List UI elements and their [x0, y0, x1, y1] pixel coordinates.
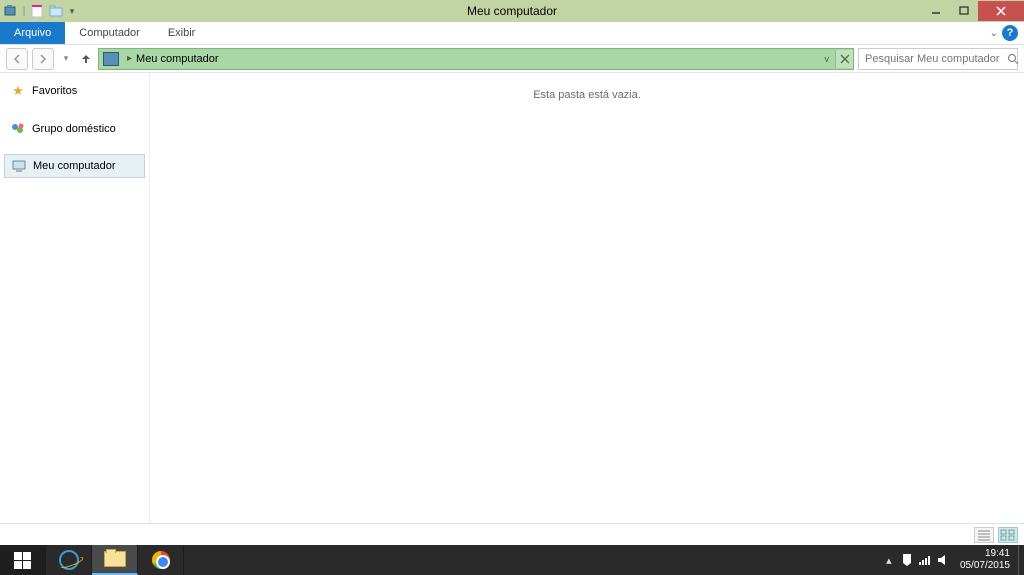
taskbar: ▴ 19:41 05/07/2015: [0, 545, 1024, 575]
tab-file[interactable]: Arquivo: [0, 22, 65, 44]
navigation-pane: ★ Favoritos Grupo doméstico Meu computad…: [0, 73, 150, 523]
thumbnails-view-button[interactable]: [998, 527, 1018, 543]
address-bar[interactable]: ▸ Meu computador v: [98, 48, 854, 70]
sidebar-item-favorites[interactable]: ★ Favoritos: [0, 79, 149, 103]
tab-view[interactable]: Exibir: [154, 22, 210, 44]
back-button[interactable]: [6, 48, 28, 70]
system-tray: ▴ 19:41 05/07/2015: [880, 545, 1024, 575]
sidebar-item-label: Grupo doméstico: [32, 123, 116, 135]
recent-dropdown-icon[interactable]: ▾: [58, 48, 74, 70]
tab-computer[interactable]: Computador: [65, 22, 154, 44]
internet-explorer-icon: [59, 550, 79, 570]
search-box[interactable]: [858, 48, 1018, 70]
star-icon: ★: [10, 83, 26, 99]
computer-icon: [11, 158, 27, 174]
divider: |: [21, 2, 27, 20]
maximize-button[interactable]: [950, 1, 978, 21]
up-button[interactable]: [78, 48, 94, 70]
navigation-bar: ▾ ▸ Meu computador v: [0, 45, 1024, 73]
ribbon-tabs: Arquivo Computador Exibir ⌄ ?: [0, 22, 1024, 45]
action-center-icon[interactable]: [898, 553, 916, 567]
explorer-body: ★ Favoritos Grupo doméstico Meu computad…: [0, 73, 1024, 523]
qat-dropdown-icon[interactable]: ▾: [66, 2, 78, 20]
minimize-button[interactable]: [922, 1, 950, 21]
tray-overflow-icon[interactable]: ▴: [880, 554, 898, 567]
windows-icon: [14, 552, 31, 569]
refresh-button[interactable]: [835, 50, 853, 68]
breadcrumb-item[interactable]: Meu computador: [136, 53, 219, 65]
sidebar-item-computer[interactable]: Meu computador: [4, 154, 145, 178]
breadcrumb-separator-icon: ▸: [127, 53, 132, 64]
quick-access-toolbar: | ▾: [0, 2, 78, 20]
taskbar-app-chrome[interactable]: [138, 545, 184, 575]
homegroup-icon: [10, 121, 26, 137]
taskbar-app-ie[interactable]: [46, 545, 92, 575]
taskbar-app-explorer[interactable]: [92, 545, 138, 575]
clock[interactable]: 19:41 05/07/2015: [952, 548, 1018, 572]
help-icon[interactable]: ?: [1002, 25, 1018, 41]
new-folder-icon[interactable]: [47, 2, 65, 20]
show-desktop-button[interactable]: [1018, 545, 1024, 575]
search-input[interactable]: [865, 53, 1007, 65]
status-bar: [0, 523, 1024, 545]
search-icon[interactable]: [1007, 53, 1019, 65]
title-bar: | ▾ Meu computador: [0, 0, 1024, 22]
window-title: Meu computador: [0, 4, 1024, 18]
sidebar-item-homegroup[interactable]: Grupo doméstico: [0, 117, 149, 141]
content-pane: Esta pasta está vazia.: [150, 73, 1024, 523]
system-menu-icon[interactable]: [2, 2, 20, 20]
window-buttons: [922, 1, 1024, 21]
sidebar-item-label: Meu computador: [33, 160, 116, 172]
address-dropdown-icon[interactable]: v: [825, 54, 830, 64]
network-icon[interactable]: [916, 554, 934, 566]
volume-icon[interactable]: [934, 554, 952, 566]
properties-icon[interactable]: [28, 2, 46, 20]
computer-icon: [103, 52, 119, 66]
clock-time: 19:41: [960, 548, 1010, 560]
empty-folder-message: Esta pasta está vazia.: [533, 89, 641, 523]
close-button[interactable]: [978, 1, 1024, 21]
clock-date: 05/07/2015: [960, 560, 1010, 572]
start-button[interactable]: [0, 545, 46, 575]
sidebar-item-label: Favoritos: [32, 85, 77, 97]
file-explorer-icon: [104, 551, 126, 567]
details-view-button[interactable]: [974, 527, 994, 543]
ribbon-expand-icon[interactable]: ⌄: [990, 28, 998, 39]
chrome-icon: [152, 551, 170, 569]
forward-button[interactable]: [32, 48, 54, 70]
